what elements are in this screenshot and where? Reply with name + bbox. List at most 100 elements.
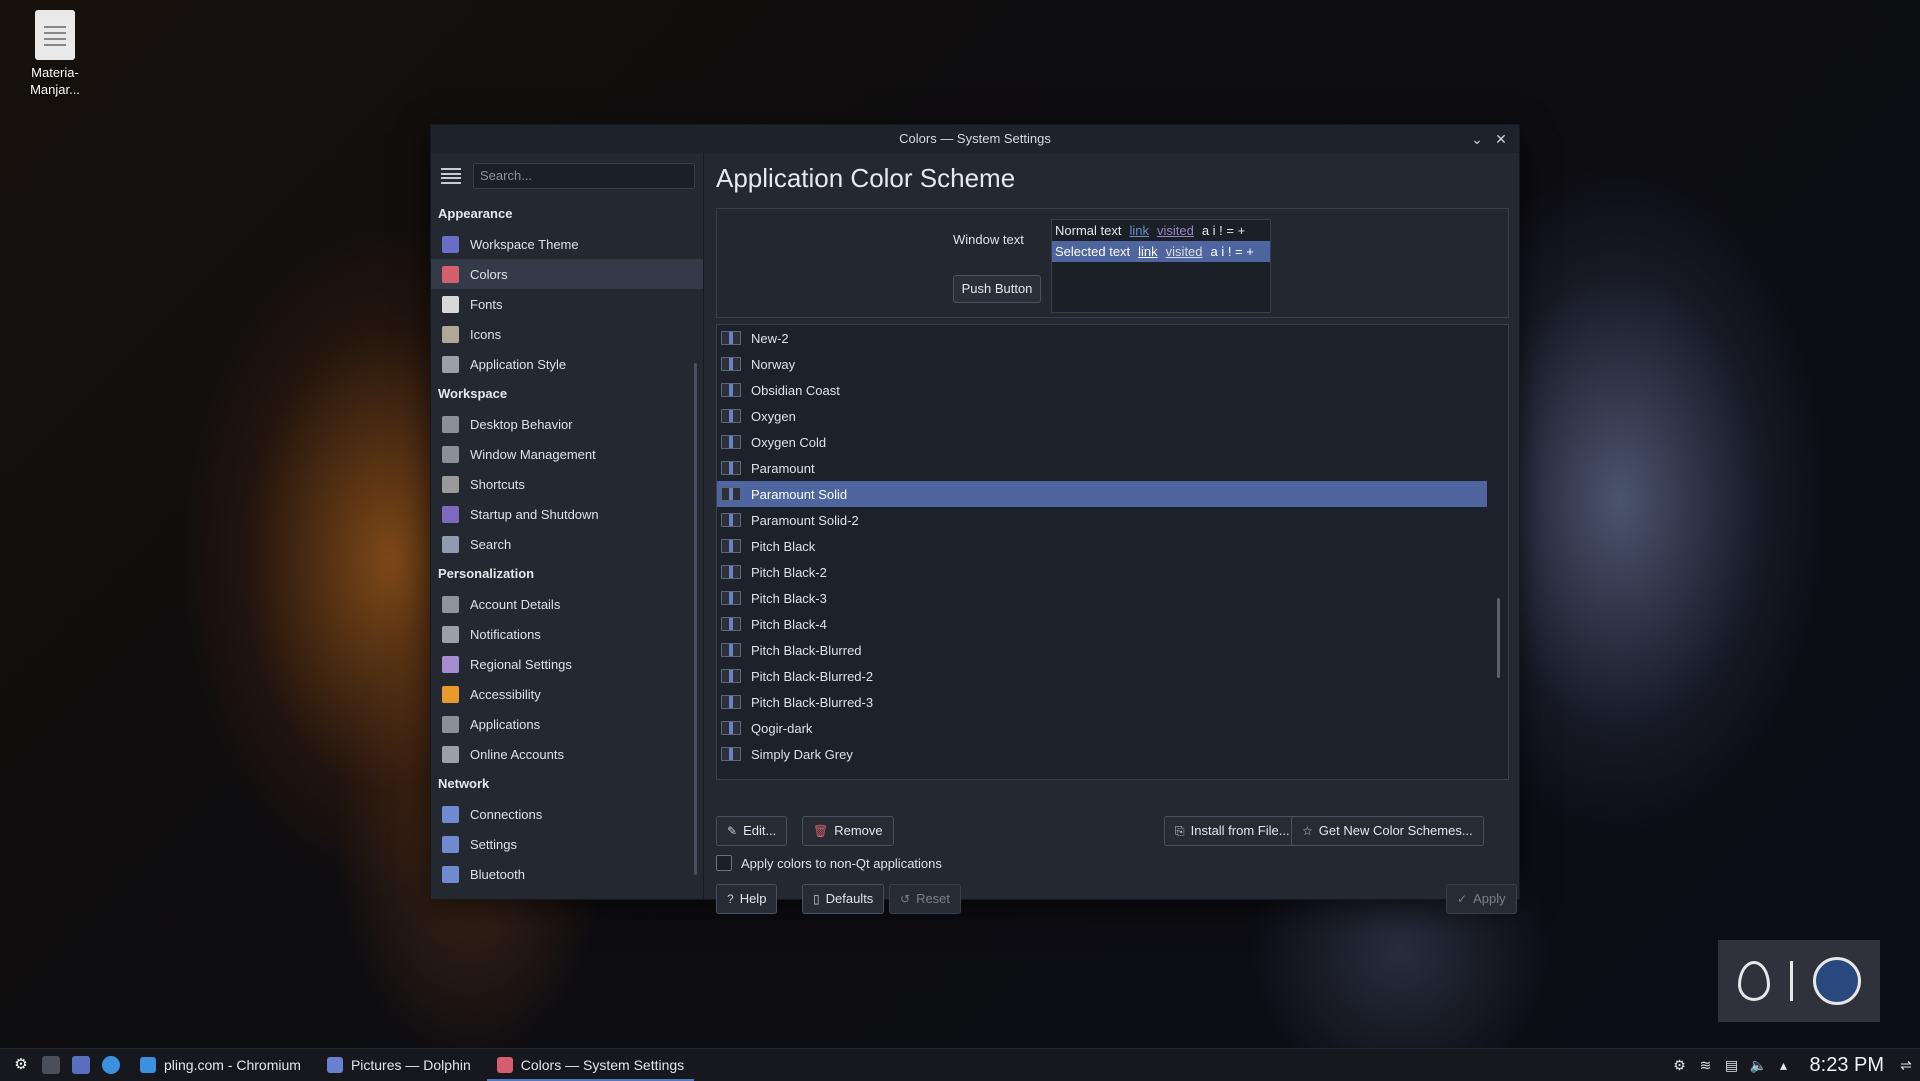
sidebar-item-label: Connections <box>470 806 543 822</box>
window-titlebar[interactable]: Colors — System Settings ⌄ ✕ <box>431 125 1519 153</box>
preview-push-button: Push Button <box>953 275 1041 303</box>
taskbar-task[interactable]: Colors — System Settings <box>486 1049 695 1081</box>
volume-icon[interactable]: 🔈 <box>1750 1057 1767 1073</box>
startup-and-shutdown-icon <box>442 505 459 523</box>
defaults-button[interactable]: ▯ Defaults <box>802 884 885 914</box>
settings-icon <box>442 835 459 853</box>
clipboard-icon[interactable]: ▤ <box>1724 1057 1740 1073</box>
online-accounts-icon <box>442 745 459 763</box>
scheme-name: Pitch Black-Blurred-3 <box>751 694 874 710</box>
color-scheme-list[interactable]: New-2 Norway Obsidian Coast Oxygen Oxygen Co… <box>716 324 1509 780</box>
scheme-name: Simply Dark Grey <box>751 746 853 762</box>
sidebar-scrollbar[interactable] <box>694 363 697 875</box>
scheme-list-item[interactable]: Pitch Black-3 <box>717 585 1487 611</box>
checkmark-icon: ✓ <box>1457 892 1468 906</box>
scheme-list-item[interactable]: Pitch Black-2 <box>717 559 1487 585</box>
sidebar-category-appearance: Appearance <box>438 206 513 221</box>
file-manager-icon[interactable] <box>72 1056 90 1074</box>
sidebar-item-label: Settings <box>470 836 517 852</box>
close-button[interactable]: ✕ <box>1489 125 1513 153</box>
get-new-schemes-button[interactable]: ☆ Get New Color Schemes... <box>1291 816 1484 846</box>
scheme-list-item[interactable]: Pitch Black <box>717 533 1487 559</box>
color-scheme-swatch-icon <box>721 461 741 475</box>
reset-button[interactable]: ↺ Reset <box>889 884 962 914</box>
desktop-file-icon[interactable]: Materia- Manjar... <box>18 10 92 98</box>
sidebar-item-application-style[interactable]: Application Style <box>431 349 703 379</box>
browser-icon[interactable] <box>102 1056 120 1074</box>
wifi-icon[interactable]: ≋ <box>1698 1057 1714 1073</box>
sidebar-item-icons[interactable]: Icons <box>431 319 703 349</box>
sidebar-list: Appearance Workspace Theme Colors Fonts Icon… <box>431 199 703 889</box>
apply-non-qt-checkbox[interactable] <box>716 855 732 871</box>
taskbar: ⚙ pling.com - Chromium Pictures — Dolphin… <box>0 1048 1920 1081</box>
help-button[interactable]: ? Help <box>716 884 778 914</box>
scheme-list-item[interactable]: Pitch Black-Blurred-3 <box>717 689 1487 715</box>
terminal-icon[interactable] <box>42 1056 60 1074</box>
sidebar-item-settings[interactable]: Settings <box>431 829 703 859</box>
minimize-button[interactable]: ⌄ <box>1465 125 1489 153</box>
color-scheme-swatch-icon <box>721 721 741 735</box>
scheme-list-item[interactable]: Norway <box>717 351 1487 377</box>
sidebar-item-regional-settings[interactable]: Regional Settings <box>431 649 703 679</box>
scheme-list-item[interactable]: Oxygen <box>717 403 1487 429</box>
taskbar-task[interactable]: Pictures — Dolphin <box>317 1049 481 1081</box>
apply-non-qt-option[interactable]: Apply colors to non-Qt applications <box>716 855 942 871</box>
sidebar-item-search[interactable]: Search <box>431 529 703 559</box>
scheme-list-item[interactable]: Qogir-dark <box>717 715 1487 741</box>
search-input[interactable]: Search... <box>473 163 695 189</box>
sidebar-item-colors[interactable]: Colors <box>431 259 703 289</box>
window-title: Colors — System Settings <box>899 131 1051 146</box>
page-title: Application Color Scheme <box>716 163 1016 193</box>
sidebar-item-label: Notifications <box>470 626 541 642</box>
scheme-list-item[interactable]: Paramount <box>717 455 1487 481</box>
sidebar-item-bluetooth[interactable]: Bluetooth <box>431 859 703 889</box>
settings-tray-icon[interactable]: ⚙ <box>1672 1057 1688 1073</box>
scheme-list-item[interactable]: Obsidian Coast <box>717 377 1487 403</box>
chevron-up-icon[interactable]: ▴ <box>1776 1057 1792 1073</box>
sidebar-item-startup-and-shutdown[interactable]: Startup and Shutdown <box>431 499 703 529</box>
app-launcher-icon[interactable]: ⚙ <box>12 1056 30 1074</box>
scheme-list-item[interactable]: New-2 <box>717 325 1487 351</box>
sidebar-item-notifications[interactable]: Notifications <box>431 619 703 649</box>
apply-non-qt-label: Apply colors to non-Qt applications <box>741 855 942 871</box>
circle-icon <box>1812 957 1861 1005</box>
remove-button[interactable]: 🗑 Remove <box>802 816 894 846</box>
task-app-icon <box>496 1057 513 1073</box>
sidebar-item-desktop-behavior[interactable]: Desktop Behavior <box>431 409 703 439</box>
pencil-icon: ✎ <box>727 824 738 838</box>
sidebar-item-applications[interactable]: Applications <box>431 709 703 739</box>
preview-normal-row: Normal text link visited a i ! = + <box>1055 223 1246 238</box>
sidebar-item-label: Fonts <box>470 296 503 312</box>
show-desktop-icon[interactable]: ⇌ <box>1898 1057 1914 1073</box>
sidebar-item-accessibility[interactable]: Accessibility <box>431 679 703 709</box>
scheme-list-item[interactable]: Pitch Black-Blurred-2 <box>717 663 1487 689</box>
taskbar-task[interactable]: pling.com - Chromium <box>130 1049 311 1081</box>
sidebar-category-workspace: Workspace <box>438 386 508 401</box>
notifications-icon <box>442 625 459 643</box>
scheme-list-item[interactable]: Simply Dark Grey <box>717 741 1487 767</box>
sidebar-item-label: Account Details <box>470 596 561 612</box>
scheme-list-item[interactable]: Paramount Solid-2 <box>717 507 1487 533</box>
sidebar-item-connections[interactable]: Connections <box>431 799 703 829</box>
sidebar-item-account-details[interactable]: Account Details <box>431 589 703 619</box>
scheme-name: Norway <box>751 356 796 372</box>
color-scheme-swatch-icon <box>721 669 741 683</box>
sidebar-item-online-accounts[interactable]: Online Accounts <box>431 739 703 769</box>
sidebar-item-window-management[interactable]: Window Management <box>431 439 703 469</box>
scheme-list-item[interactable]: Pitch Black-4 <box>717 611 1487 637</box>
edit-button[interactable]: ✎ Edit... <box>716 816 788 846</box>
scheme-list-scrollbar[interactable] <box>1497 598 1500 678</box>
scheme-name: Qogir-dark <box>751 720 813 736</box>
sidebar-item-shortcuts[interactable]: Shortcuts <box>431 469 703 499</box>
hamburger-menu-icon[interactable] <box>441 166 461 186</box>
account-details-icon <box>442 595 459 613</box>
apply-button[interactable]: ✓ Apply <box>1446 884 1517 914</box>
sidebar-item-workspace-theme[interactable]: Workspace Theme <box>431 229 703 259</box>
scheme-list-item[interactable]: Pitch Black-Blurred <box>717 637 1487 663</box>
scheme-list-item[interactable]: Paramount Solid <box>717 481 1487 507</box>
sidebar-item-fonts[interactable]: Fonts <box>431 289 703 319</box>
sidebar-item-label: Icons <box>470 326 502 342</box>
scheme-list-item[interactable]: Oxygen Cold <box>717 429 1487 455</box>
install-from-file-button[interactable]: ⎘ Install from File... <box>1164 816 1301 846</box>
clock[interactable]: 8:23 PM <box>1810 1054 1884 1077</box>
